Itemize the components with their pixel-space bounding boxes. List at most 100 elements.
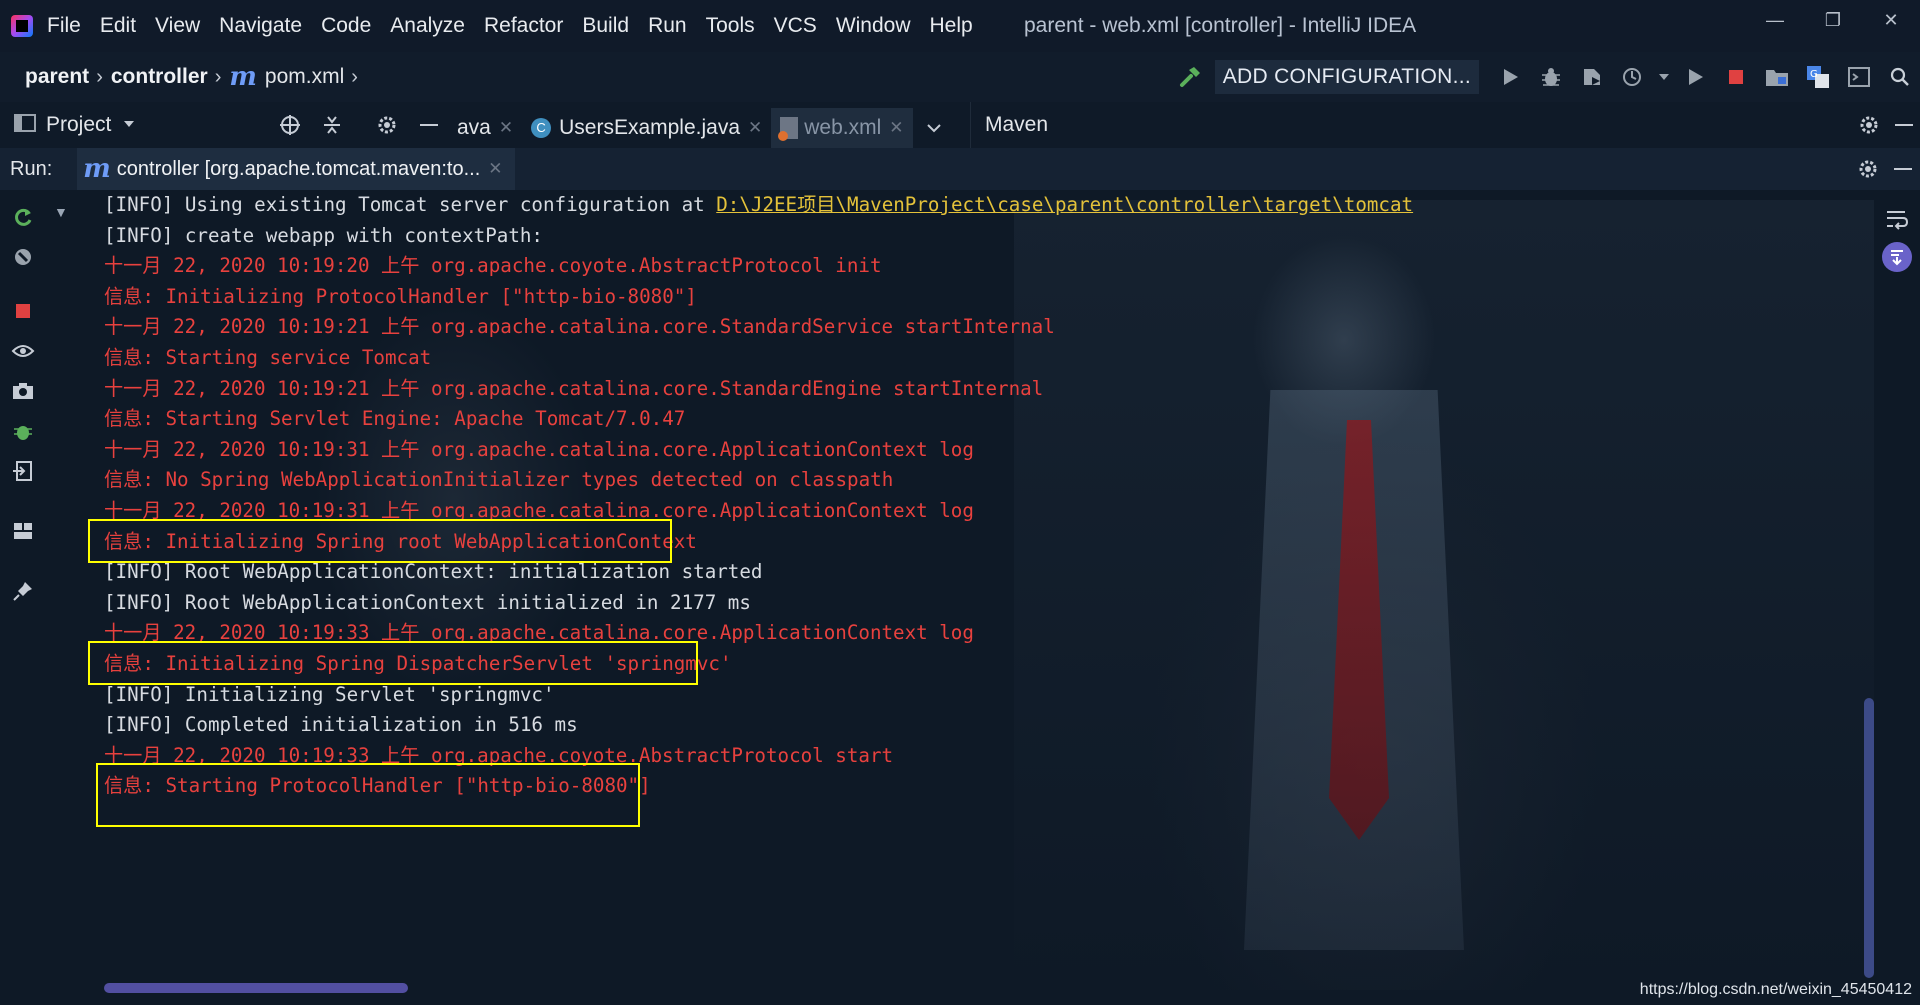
editor-tab-1[interactable]: C UsersExample.java ✕ <box>522 108 771 148</box>
editor-tab-label: web.xml <box>804 116 882 139</box>
minimize-pane-icon[interactable] <box>1894 168 1912 170</box>
add-configuration-button[interactable]: ADD CONFIGURATION... <box>1214 60 1479 94</box>
editor-tab-label: UsersExample.java <box>559 116 741 139</box>
console-line: 信息: Starting Servlet Engine: Apache Tomc… <box>104 407 686 431</box>
run-with-coverage-icon[interactable] <box>1572 57 1612 97</box>
project-view-icon <box>14 113 36 138</box>
run-tab-controller[interactable]: m controller [org.apache.tomcat.maven:to… <box>77 148 515 190</box>
project-structure-icon[interactable] <box>1757 57 1797 97</box>
editor-tab-2[interactable]: web.xml ✕ <box>771 108 913 148</box>
xml-file-icon <box>778 117 799 141</box>
minimize-icon[interactable]: — <box>1746 0 1804 40</box>
collapse-all-icon[interactable] <box>320 113 344 142</box>
search-icon[interactable] <box>1880 57 1920 97</box>
tomcat-path-link[interactable]: D:\J2EE项目\MavenProject\case\parent\contr… <box>716 193 1413 216</box>
horizontal-scrollbar[interactable] <box>104 983 408 993</box>
run-play-icon[interactable] <box>1675 57 1715 97</box>
menu-help[interactable]: Help <box>930 14 973 38</box>
profile-icon[interactable] <box>1613 57 1653 97</box>
close-icon[interactable]: ✕ <box>748 118 762 138</box>
minimize-pane-icon[interactable] <box>420 124 438 126</box>
console-output[interactable]: [INFO] Using existing Tomcat server conf… <box>74 190 1874 990</box>
menu-refactor[interactable]: Refactor <box>484 14 563 38</box>
eye-icon[interactable] <box>10 338 36 364</box>
editor-tab-0[interactable]: ava ✕ <box>448 108 522 148</box>
maven-run-icon: m <box>83 154 111 184</box>
maven-label[interactable]: Maven <box>985 113 1048 137</box>
layout-icon[interactable] <box>10 518 36 544</box>
locate-target-icon[interactable] <box>278 113 302 142</box>
debug-icon[interactable] <box>1531 57 1571 97</box>
close-icon[interactable]: ✕ <box>499 118 513 138</box>
exit-icon[interactable] <box>10 458 36 484</box>
run-icon[interactable] <box>1490 57 1530 97</box>
gear-icon[interactable] <box>375 113 399 142</box>
menu-items: File Edit View Navigate Code Analyze Refactor B… <box>47 14 992 38</box>
chevron-right-icon: › <box>214 65 222 88</box>
chevron-down-icon[interactable] <box>1654 57 1674 97</box>
breadcrumb-parent[interactable]: parent <box>25 65 89 89</box>
terminal-window-icon[interactable] <box>1839 57 1879 97</box>
run-side-toolbar <box>0 190 46 1005</box>
translate-icon[interactable]: G <box>1798 57 1838 97</box>
console-line: [INFO] Using existing Tomcat server conf… <box>104 190 1413 220</box>
scroll-to-end-icon[interactable] <box>1882 242 1912 272</box>
main-toolbar: ADD CONFIGURATION... G <box>1170 52 1920 102</box>
rerun-icon[interactable] <box>10 204 36 230</box>
console-line: 十一月 22, 2020 10:19:20 上午 org.apache.coyo… <box>104 254 882 278</box>
highlight-box <box>88 518 672 563</box>
menu-view[interactable]: View <box>155 14 200 38</box>
restore-icon[interactable]: ❐ <box>1804 0 1862 40</box>
pin-icon[interactable] <box>10 578 36 604</box>
chevron-right-icon: › <box>351 65 358 88</box>
breadcrumb-controller[interactable]: controller <box>111 65 208 89</box>
editor-tab-label: ava <box>457 116 491 139</box>
build-hammer-icon[interactable] <box>1171 57 1211 97</box>
menu-edit[interactable]: Edit <box>100 14 136 38</box>
bug-icon[interactable] <box>10 418 36 444</box>
console-line-text: [INFO] Using existing Tomcat server conf… <box>104 193 717 216</box>
run-tab-label: controller [org.apache.tomcat.maven:to..… <box>116 157 481 180</box>
menu-file[interactable]: File <box>47 14 81 38</box>
close-window-icon[interactable]: ✕ <box>1862 0 1920 40</box>
console-line: [INFO] Completed initialization in 516 m… <box>104 713 578 737</box>
intellij-logo-icon <box>11 15 33 37</box>
menu-build[interactable]: Build <box>582 14 629 38</box>
highlight-box <box>88 641 698 685</box>
triangle-down-icon[interactable]: ▼ <box>54 204 68 220</box>
camera-icon[interactable] <box>10 378 36 404</box>
gear-icon[interactable] <box>1857 113 1881 142</box>
close-icon[interactable]: ✕ <box>889 118 903 138</box>
tool-window-header-row: Project ava ✕ C UsersExample.java ✕ web.xml ✕ … <box>0 102 1920 148</box>
run-label: Run: <box>10 157 53 180</box>
chevron-down-icon[interactable] <box>926 108 941 148</box>
soft-wrap-icon[interactable] <box>1884 206 1910 232</box>
menu-bar: File Edit View Navigate Code Analyze Refactor B… <box>0 0 1920 52</box>
editor-tabs: ava ✕ C UsersExample.java ✕ web.xml ✕ <box>448 102 970 148</box>
menu-run[interactable]: Run <box>648 14 687 38</box>
run-tool-header: Run: m controller [org.apache.tomcat.mav… <box>0 148 1920 190</box>
menu-tools[interactable]: Tools <box>706 14 755 38</box>
breadcrumb-pom[interactable]: pom.xml <box>265 65 344 89</box>
console-line: 信息: No Spring WebApplicationInitializer … <box>104 468 894 492</box>
project-tool-header: Project <box>0 102 448 148</box>
vertical-scrollbar[interactable] <box>1864 698 1874 978</box>
project-view-label[interactable]: Project <box>46 113 111 137</box>
gear-icon[interactable] <box>1856 157 1880 186</box>
console-line: 十一月 22, 2020 10:19:21 上午 org.apache.cata… <box>104 376 1044 400</box>
console-line: 信息: Starting service Tomcat <box>104 346 432 369</box>
console-line: [INFO] create webapp with contextPath: <box>104 223 543 247</box>
menu-vcs[interactable]: VCS <box>774 14 817 38</box>
close-icon[interactable]: ✕ <box>488 159 502 179</box>
menu-analyze[interactable]: Analyze <box>390 14 465 38</box>
chevron-down-icon[interactable] <box>123 116 135 134</box>
menu-navigate[interactable]: Navigate <box>219 14 302 38</box>
stop-icon[interactable] <box>1716 57 1756 97</box>
minimize-pane-icon[interactable] <box>1895 124 1913 126</box>
update-running-icon[interactable] <box>10 244 36 270</box>
menu-window[interactable]: Window <box>836 14 911 38</box>
maven-tool-header: Maven <box>970 102 1920 148</box>
stop-icon[interactable] <box>10 298 36 324</box>
window-title: parent - web.xml [controller] - IntelliJ… <box>1024 14 1417 37</box>
menu-code[interactable]: Code <box>321 14 371 38</box>
